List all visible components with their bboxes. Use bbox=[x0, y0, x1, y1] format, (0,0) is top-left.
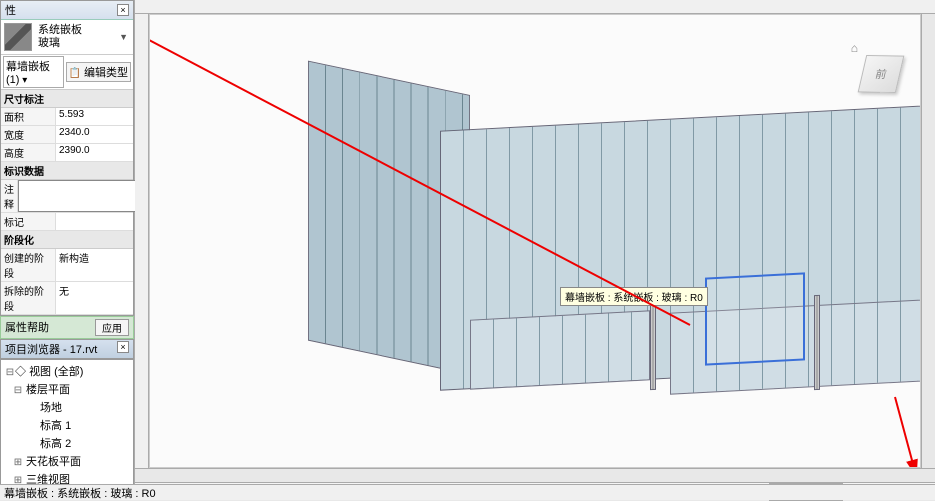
left-sidebar: 性 × 系统嵌板 玻璃 ▼ 幕墙嵌板 (1) ▾ 📋 编辑类型 尺寸标注 面积5… bbox=[0, 0, 135, 500]
help-label[interactable]: 属性帮助 bbox=[5, 319, 49, 336]
tree-item[interactable]: ⊞ 天花板平面 bbox=[3, 452, 131, 470]
close-icon[interactable]: × bbox=[117, 4, 129, 16]
project-browser-title: 项目浏览器 - 17.rvt × bbox=[0, 339, 134, 359]
prop-row-height: 高度2390.0 bbox=[1, 144, 133, 162]
prop-row-mark: 标记 bbox=[1, 213, 133, 231]
chevron-down-icon[interactable]: ▼ bbox=[117, 32, 130, 42]
home-icon[interactable]: ⌂ bbox=[851, 41, 858, 55]
prop-row-created: 创建的阶段新构造 bbox=[1, 249, 133, 282]
ruler-top bbox=[135, 0, 935, 14]
tree-item[interactable]: ⊟ 楼层平面 bbox=[3, 380, 131, 398]
type-thumbnail-icon bbox=[4, 23, 32, 51]
prop-row-area: 面积5.593 bbox=[1, 108, 133, 126]
prop-row-demol: 拆除的阶段无 bbox=[1, 282, 133, 315]
status-bar: 幕墙嵌板 : 系统嵌板 : 玻璃 : R0 bbox=[0, 484, 935, 500]
type-name-l2: 玻璃 bbox=[38, 37, 117, 50]
viewport-3d[interactable]: ⌂ 前 ◎ ✥ 🔍 ⟲ 幕墙嵌板 : 系统嵌板 : 玻璃 bbox=[149, 14, 921, 468]
close-icon[interactable]: × bbox=[117, 341, 129, 353]
tree-root[interactable]: ⊟◇ 视图 (全部) bbox=[3, 362, 131, 380]
phase-section-header: 阶段化 bbox=[1, 231, 133, 249]
type-name: 系统嵌板 玻璃 bbox=[38, 24, 117, 50]
tree-item[interactable]: 标高 2 bbox=[3, 434, 131, 452]
scrollbar-vertical[interactable] bbox=[921, 14, 935, 468]
prop-row-comment: 注释 bbox=[1, 180, 133, 213]
dim-section-header: 尺寸标注 bbox=[1, 90, 133, 108]
properties-panel: 性 × 系统嵌板 玻璃 ▼ 幕墙嵌板 (1) ▾ 📋 编辑类型 尺寸标注 面积5… bbox=[0, 0, 134, 316]
main-area: ⌂ 前 ◎ ✥ 🔍 ⟲ 幕墙嵌板 : 系统嵌板 : 玻璃 bbox=[135, 0, 935, 500]
curtain-wall-low-left[interactable] bbox=[470, 310, 650, 389]
properties-help-bar: 属性帮助 应用 bbox=[0, 316, 134, 339]
browser-title-label: 项目浏览器 - 17.rvt bbox=[5, 341, 97, 357]
instance-selector[interactable]: 幕墙嵌板 (1) ▾ bbox=[3, 56, 64, 88]
id-section-header: 标识数据 bbox=[1, 162, 133, 180]
status-text: 幕墙嵌板 : 系统嵌板 : 玻璃 : R0 bbox=[4, 485, 156, 501]
mullion[interactable] bbox=[814, 295, 820, 390]
tree-item[interactable]: 标高 1 bbox=[3, 416, 131, 434]
tree-item[interactable]: 场地 bbox=[3, 398, 131, 416]
apply-button[interactable]: 应用 bbox=[95, 319, 129, 336]
type-selector[interactable]: 系统嵌板 玻璃 ▼ bbox=[1, 20, 133, 55]
scrollbar-horizontal[interactable] bbox=[135, 468, 935, 482]
project-browser-tree[interactable]: ⊟◇ 视图 (全部) ⊟ 楼层平面 场地 标高 1 标高 2⊞ 天花板平面⊞ 三… bbox=[0, 359, 134, 500]
properties-panel-title: 性 × bbox=[1, 1, 133, 20]
selected-panel[interactable] bbox=[705, 272, 805, 365]
type-name-l1: 系统嵌板 bbox=[38, 24, 117, 37]
edit-type-button[interactable]: 📋 编辑类型 bbox=[66, 62, 131, 82]
prop-row-width: 宽度2340.0 bbox=[1, 126, 133, 144]
mullion[interactable] bbox=[650, 300, 656, 390]
hover-tooltip: 幕墙嵌板 : 系统嵌板 : 玻璃 : R0 bbox=[560, 287, 708, 306]
building-model[interactable] bbox=[290, 75, 921, 415]
ruler-left bbox=[135, 14, 149, 468]
properties-title-label: 性 bbox=[5, 2, 16, 18]
